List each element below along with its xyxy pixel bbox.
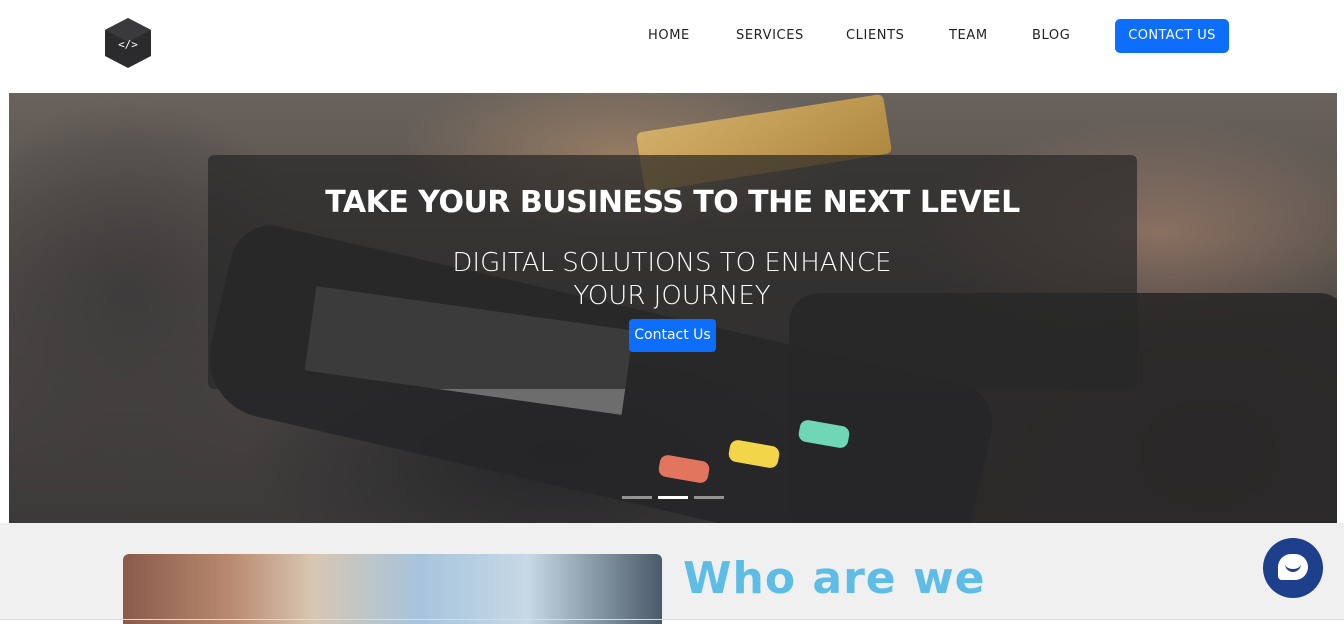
hero-carousel[interactable]: TAKE YOUR BUSINESS TO THE NEXT LEVEL DIG…: [9, 93, 1337, 523]
contact-us-nav-button[interactable]: CONTACT US: [1115, 19, 1229, 53]
chat-smile-icon: [1285, 564, 1301, 572]
carousel-indicator-2[interactable]: [658, 496, 688, 499]
carousel-indicator-1[interactable]: [622, 496, 652, 499]
site-header: </> HOME SERVICES CLIENTS TEAM BLOG CONT…: [0, 0, 1344, 93]
hero-subtitle: DIGITAL SOLUTIONS TO ENHANCE YOUR JOURNE…: [422, 247, 922, 313]
nav-clients-link[interactable]: CLIENTS: [846, 19, 905, 53]
chat-widget-button[interactable]: [1263, 538, 1323, 598]
nav-services-link[interactable]: SERVICES: [736, 19, 804, 53]
about-section: Who are we: [0, 523, 1344, 624]
about-image: [123, 554, 662, 624]
hero-subtitle-line1: DIGITAL SOLUTIONS TO ENHANCE: [452, 248, 892, 278]
carousel-indicators: [622, 496, 732, 500]
nav-home-link[interactable]: HOME: [648, 19, 690, 53]
about-title: Who are we: [683, 553, 986, 604]
hero-contact-button[interactable]: Contact Us: [629, 319, 716, 352]
nav-blog-link[interactable]: BLOG: [1032, 19, 1070, 53]
chat-bubble-icon: [1278, 554, 1308, 580]
hero-subtitle-line2: YOUR JOURNEY: [573, 281, 771, 311]
hero-caption: TAKE YOUR BUSINESS TO THE NEXT LEVEL DIG…: [208, 155, 1137, 389]
nav-team-link[interactable]: TEAM: [949, 19, 988, 53]
carousel-indicator-3[interactable]: [694, 496, 724, 499]
hero-title: TAKE YOUR BUSINESS TO THE NEXT LEVEL: [325, 185, 1020, 220]
main-nav: HOME SERVICES CLIENTS TEAM BLOG CONTACT …: [0, 19, 1344, 53]
